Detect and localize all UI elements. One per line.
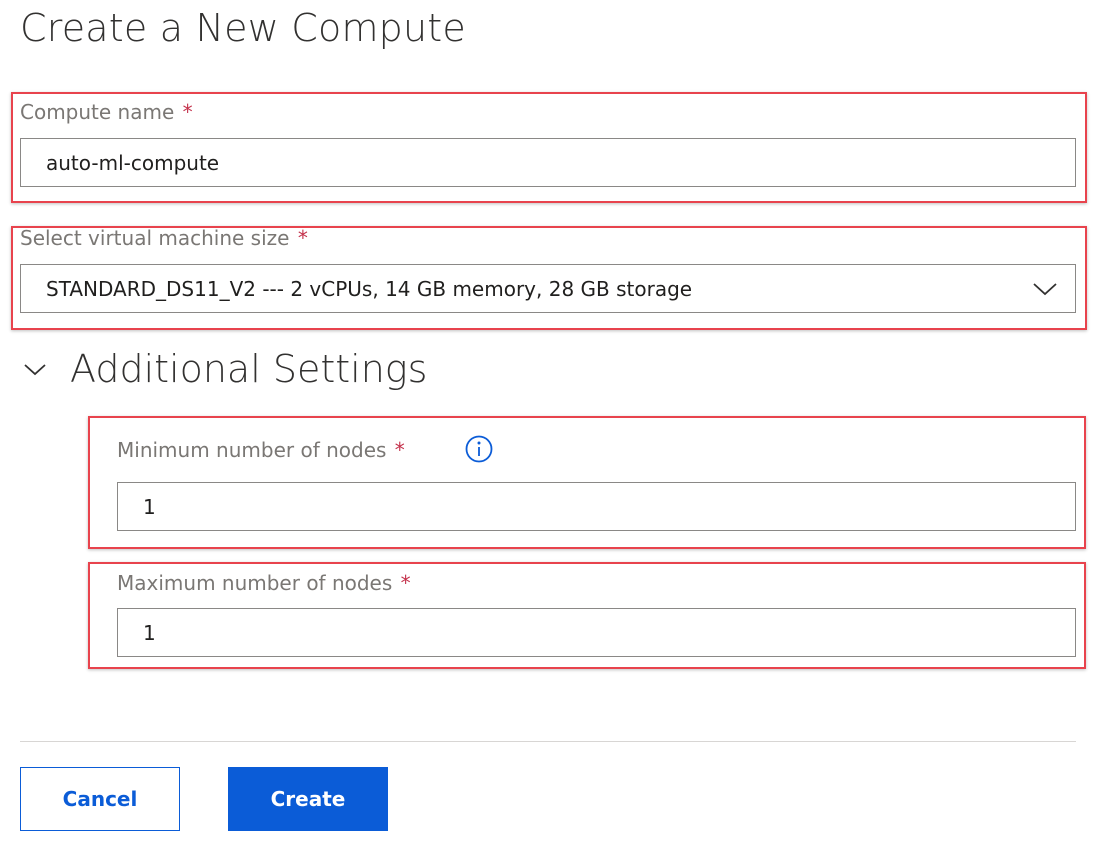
- required-marker: *: [182, 100, 193, 124]
- page-title: Create a New Compute: [20, 6, 466, 50]
- compute-name-label-text: Compute name: [20, 100, 175, 124]
- vm-size-label-text: Select virtual machine size: [20, 226, 290, 250]
- required-marker: *: [394, 438, 405, 462]
- create-button[interactable]: Create: [228, 767, 388, 831]
- max-nodes-label: Maximum number of nodes *: [117, 571, 411, 595]
- max-nodes-value: 1: [143, 620, 156, 645]
- min-nodes-label-text: Minimum number of nodes: [117, 438, 387, 462]
- compute-name-label: Compute name *: [20, 100, 193, 124]
- compute-name-input[interactable]: auto-ml-compute: [20, 138, 1076, 187]
- required-marker: *: [400, 571, 411, 595]
- vm-size-selected-value: STANDARD_DS11_V2 --- 2 vCPUs, 14 GB memo…: [46, 276, 693, 301]
- chevron-down-icon[interactable]: [1031, 280, 1059, 298]
- additional-settings-title: Additional Settings: [70, 347, 428, 391]
- cancel-button[interactable]: Cancel: [20, 767, 180, 831]
- compute-name-value: auto-ml-compute: [46, 150, 220, 175]
- create-compute-page: Create a New Compute Compute name * auto…: [0, 0, 1096, 843]
- min-nodes-value: 1: [143, 494, 156, 519]
- min-nodes-label: Minimum number of nodes *: [117, 438, 405, 462]
- footer-divider: [20, 741, 1076, 742]
- vm-size-label: Select virtual machine size *: [20, 226, 308, 250]
- max-nodes-label-text: Maximum number of nodes: [117, 571, 393, 595]
- required-marker: *: [297, 226, 308, 250]
- additional-settings-toggle[interactable]: Additional Settings: [20, 340, 427, 398]
- chevron-down-icon: [24, 364, 46, 376]
- max-nodes-input[interactable]: 1: [117, 608, 1076, 657]
- vm-size-dropdown[interactable]: STANDARD_DS11_V2 --- 2 vCPUs, 14 GB memo…: [20, 264, 1076, 313]
- info-icon[interactable]: [464, 434, 494, 464]
- min-nodes-input[interactable]: 1: [117, 482, 1076, 531]
